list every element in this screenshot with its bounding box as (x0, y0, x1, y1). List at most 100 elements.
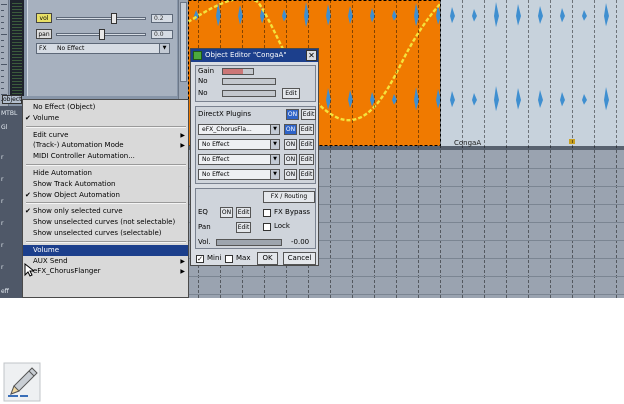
eq-on-button[interactable]: ON (220, 207, 233, 218)
grid-line (572, 0, 573, 298)
menu-item[interactable]: No Effect (Object) (23, 102, 188, 113)
plugin-3-edit-button[interactable]: Edit (299, 154, 314, 165)
waveform-peak (494, 86, 499, 112)
ruler-tick (1, 88, 4, 89)
track-separator (188, 294, 624, 295)
track-header-label: r (1, 198, 4, 205)
menu-item[interactable]: Show unselected curves (not selectable) (23, 217, 188, 228)
meter-segment (12, 57, 22, 58)
plugin-2-edit-button[interactable]: Edit (299, 139, 314, 150)
menu-item-label: AUX Send (33, 256, 68, 265)
pan-slider[interactable] (56, 28, 146, 40)
track-header-label: eff (1, 288, 9, 295)
submenu-arrow-icon: ▶ (180, 142, 185, 150)
chevron-down-icon[interactable]: ▼ (270, 125, 279, 134)
menu-item[interactable]: ✔ Show Object Automation (23, 190, 188, 201)
volume-value[interactable]: 0.2 (151, 13, 173, 23)
menu-item[interactable]: ✔ Volume (23, 113, 188, 124)
object-editor-titlebar[interactable]: Object Editor "CongaA" ✕ (191, 49, 318, 62)
level-meter (10, 0, 24, 96)
menu-item[interactable]: ✔ Show only selected curve (23, 206, 188, 217)
ok-button[interactable]: OK (257, 252, 278, 265)
chevron-down-icon[interactable]: ▼ (270, 155, 279, 164)
fx-value: No Effect (57, 45, 85, 52)
plugin-1-on-button[interactable]: ON (284, 124, 297, 135)
track-header-label: Gl (1, 124, 8, 131)
waveform-peak (516, 4, 521, 26)
grid-line (616, 0, 617, 298)
menu-item-label: Show only selected curve (33, 207, 123, 216)
fx-routing-button[interactable]: FX / Routing (263, 191, 315, 203)
mini-checkbox[interactable]: ✓ (196, 255, 204, 263)
waveform-peak (560, 8, 565, 23)
submenu-arrow-icon: ▶ (180, 257, 185, 265)
no1-meter[interactable] (222, 78, 276, 85)
plugin-slot-4[interactable]: No Effect ▼ (198, 169, 280, 180)
object-button[interactable]: object (2, 95, 22, 104)
menu-item[interactable]: Edit curve ▶ (23, 130, 188, 141)
volume-button[interactable]: vol (36, 13, 52, 23)
menu-item[interactable]: Volume (23, 244, 188, 256)
gain-edit-button[interactable]: Edit (282, 88, 300, 99)
eq-edit-button[interactable]: Edit (236, 207, 251, 218)
meter-segment (12, 36, 22, 37)
eq-pan-volume-group: FX / Routing EQ ON Edit FX Bypass Pan Ed… (195, 188, 316, 249)
lock-checkbox[interactable] (263, 223, 271, 231)
volume-slider-thumb[interactable] (111, 12, 117, 24)
plugin-2-on-button[interactable]: ON (284, 139, 297, 150)
directx-edit-button[interactable]: Edit (301, 109, 316, 120)
mixer-scrollbar-thumb[interactable] (180, 2, 187, 82)
plugin-3-on-button[interactable]: ON (284, 154, 297, 165)
menu-separator (26, 125, 186, 128)
menu-item-label: Show unselected curves (selectable) (33, 229, 162, 237)
menu-item[interactable]: Show Track Automation (23, 179, 188, 190)
plugin-slot-1[interactable]: eFX_ChorusFla... ▼ (198, 124, 280, 135)
mouse-cursor-icon (24, 263, 34, 277)
menu-item[interactable]: MIDI Controller Automation... (23, 151, 188, 162)
meter-segment (12, 6, 22, 7)
menu-item[interactable]: eFX_ChorusFlanger ▶ (23, 266, 188, 277)
meter-segment (12, 27, 22, 28)
cancel-button[interactable]: Cancel (283, 252, 316, 265)
close-icon[interactable]: ✕ (306, 50, 317, 61)
meter-segment (12, 45, 22, 46)
pan-edit-button[interactable]: Edit (236, 222, 251, 233)
plugin-4-on-button[interactable]: ON (284, 169, 297, 180)
plugin-slot-3[interactable]: No Effect ▼ (198, 154, 280, 165)
no2-meter[interactable] (222, 90, 276, 97)
meter-segment (12, 78, 22, 79)
grid-line (440, 0, 441, 298)
plugin-1-edit-button[interactable]: Edit (299, 124, 314, 135)
menu-item[interactable]: Show unselected curves (selectable) (23, 228, 188, 239)
pencil-icon[interactable] (3, 362, 41, 402)
menu-item[interactable]: AUX Send ▶ (23, 256, 188, 267)
vol-slider[interactable] (216, 239, 282, 246)
menu-item[interactable]: (Track-) Automation Mode ▶ (23, 140, 188, 151)
directx-on-button[interactable]: ON (286, 109, 299, 120)
pan-slider-thumb[interactable] (99, 28, 105, 40)
pan-value[interactable]: 0.0 (151, 29, 173, 39)
fx-bypass-checkbox[interactable] (263, 209, 271, 217)
chevron-down-icon[interactable]: ▼ (159, 44, 169, 53)
lock-label: Lock (274, 222, 290, 230)
menu-item[interactable]: Hide Automation (23, 168, 188, 179)
volume-slider[interactable] (56, 12, 146, 24)
plugin-4-edit-button[interactable]: Edit (299, 169, 314, 180)
track-header-label: r (1, 176, 4, 183)
track-header-label: r (1, 264, 4, 271)
pan-button[interactable]: pan (36, 29, 52, 39)
menu-item-label: MIDI Controller Automation... (33, 152, 135, 161)
meter-segment (12, 39, 22, 40)
menu-item-label: (Track-) Automation Mode (33, 141, 124, 150)
menu-separator (26, 202, 186, 205)
track-header-label: MTBL (1, 110, 18, 117)
submenu-arrow-icon: ▶ (180, 268, 185, 276)
gain-meter[interactable] (222, 68, 254, 75)
track-fx-select[interactable]: FX No Effect ▼ (36, 43, 170, 54)
chevron-down-icon[interactable]: ▼ (270, 170, 279, 179)
plugin-slot-2[interactable]: No Effect ▼ (198, 139, 280, 150)
waveform-peak (538, 90, 543, 108)
track-header-label: r (1, 154, 4, 161)
chevron-down-icon[interactable]: ▼ (270, 140, 279, 149)
max-checkbox[interactable] (225, 255, 233, 263)
